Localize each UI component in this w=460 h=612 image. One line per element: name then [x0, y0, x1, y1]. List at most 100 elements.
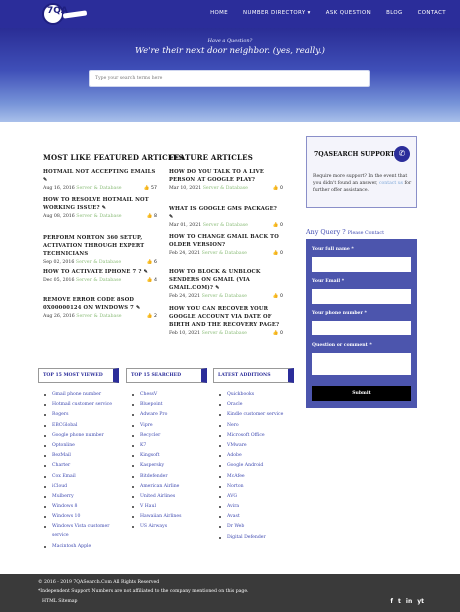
article-title[interactable]: REMOVE ERROR CODE 8SOD 0X00000124 ON WIN… [43, 297, 134, 311]
like-count[interactable]: 👍 0 [273, 251, 283, 256]
list-item[interactable]: Bitdefender [128, 472, 181, 482]
list-item[interactable]: Kingsoft [128, 451, 181, 461]
article-title[interactable]: HOTMAIL NOT ACCEPTING EMAILS [43, 169, 155, 175]
article-item[interactable]: HOW YOU CAN RECOVER YOUR GOOGLE ACCOUNT … [169, 305, 283, 336]
list-item[interactable]: AVG [215, 492, 283, 502]
like-count[interactable]: 👍 0 [273, 186, 283, 191]
article-title[interactable]: WHAT IS GOOGLE GMS PACKAGE? [169, 206, 277, 212]
list-item[interactable]: Avira [215, 502, 283, 512]
list-item[interactable]: iCloud [40, 482, 118, 492]
list-item[interactable]: Hawaiian Airlines [128, 512, 181, 522]
list-item[interactable]: Adobe [215, 451, 283, 461]
article-item[interactable]: WHAT IS GOOGLE GMS PACKAGE? ✎ Mar 01, 20… [169, 205, 283, 228]
article-title[interactable]: HOW TO RESOLVE HOTMAIL NOT WORKING ISSUE… [43, 197, 149, 211]
list-item[interactable]: K7 [128, 441, 181, 451]
article-category[interactable]: Server & Database [203, 223, 248, 228]
article-item[interactable]: REMOVE ERROR CODE 8SOD 0X00000124 ON WIN… [43, 296, 157, 319]
nav-number-directory[interactable]: NUMBER DIRECTORY ▾ [243, 10, 311, 16]
article-category[interactable]: Server & Database [202, 331, 247, 336]
twitter-icon[interactable]: t [398, 598, 401, 605]
phone-input[interactable] [312, 321, 411, 335]
list-item[interactable]: BezMail [40, 451, 118, 461]
article-item[interactable]: PERFORM NORTON 360 SETUP, ACTIVATION THR… [43, 234, 157, 265]
nav-ask-question[interactable]: ASK QUESTION [326, 10, 371, 16]
article-title[interactable]: HOW YOU CAN RECOVER YOUR GOOGLE ACCOUNT … [169, 306, 279, 328]
linkedin-icon[interactable]: in [406, 598, 412, 605]
like-count[interactable]: 👍 6 [147, 260, 157, 265]
list-item[interactable]: Macintosh Apple [40, 542, 118, 552]
list-item[interactable]: Norton [215, 482, 283, 492]
list-item[interactable]: Bluepoint [128, 400, 181, 410]
list-item[interactable]: VMware [215, 441, 283, 451]
list-item[interactable]: Mulberry [40, 492, 118, 502]
article-category[interactable]: Server & Database [76, 314, 121, 319]
list-item[interactable]: Kaspersky [128, 461, 181, 471]
list-item[interactable]: McAfee [215, 472, 283, 482]
list-item[interactable]: Rogers [40, 410, 118, 420]
facebook-icon[interactable]: f [390, 598, 393, 605]
article-title[interactable]: HOW TO CHANGE GMAIL BACK TO OLDER VERSIO… [169, 234, 279, 248]
list-item[interactable]: Microsoft Office [215, 431, 283, 441]
like-count[interactable]: 👍 0 [273, 331, 283, 336]
list-item[interactable]: Hotmail customer service [40, 400, 118, 410]
list-item[interactable]: Optonline [40, 441, 118, 451]
list-item[interactable]: Windows 8 [40, 502, 118, 512]
list-item[interactable]: Quickbooks [215, 390, 283, 400]
like-count[interactable]: 👍 4 [147, 278, 157, 283]
full-name-input[interactable] [312, 257, 411, 272]
list-item[interactable]: US Airways [128, 522, 181, 532]
list-item[interactable]: ChessV [128, 390, 181, 400]
article-category[interactable]: Server & Database [203, 186, 248, 191]
like-count[interactable]: 👍 2 [147, 314, 157, 319]
article-category[interactable]: Server & Database [76, 186, 121, 191]
article-item[interactable]: HOW DO YOU TALK TO A LIVE PERSON AT GOOG… [169, 168, 283, 191]
youtube-icon[interactable]: yt [417, 598, 424, 605]
list-item[interactable]: Google Android [215, 461, 283, 471]
list-item[interactable]: Dr Web [215, 522, 283, 532]
list-item[interactable]: Windows 10 [40, 512, 118, 522]
article-title[interactable]: HOW TO ACTIVATE IPHONE 7 ? [43, 269, 142, 275]
article-item[interactable]: HOTMAIL NOT ACCEPTING EMAILS ✎ Aug 16, 2… [43, 168, 157, 191]
article-category[interactable]: Server & Database [202, 251, 247, 256]
list-item[interactable]: Adware Pro [128, 410, 181, 420]
article-item[interactable]: HOW TO RESOLVE HOTMAIL NOT WORKING ISSUE… [43, 196, 157, 219]
nav-blog[interactable]: BLOG [386, 10, 403, 16]
search-input[interactable]: Type your search terms here [89, 70, 370, 87]
like-count[interactable]: 👍 0 [273, 223, 283, 228]
footer-sitemap-link[interactable]: HTML Sitemap [42, 599, 78, 604]
submit-button[interactable]: Submit [312, 386, 411, 401]
list-item[interactable]: Kindle customer service [215, 410, 283, 420]
list-item[interactable]: Google phone number [40, 431, 118, 441]
list-item[interactable]: Vipre [128, 421, 181, 431]
list-item[interactable]: Avast [215, 512, 283, 522]
list-item[interactable]: Digital Defender [215, 533, 283, 543]
list-item[interactable]: V Haul [128, 502, 181, 512]
list-item[interactable]: Charter [40, 461, 118, 471]
list-item[interactable]: Cox Email [40, 472, 118, 482]
list-item[interactable]: Nero [215, 421, 283, 431]
list-item[interactable]: United Airlines [128, 492, 181, 502]
list-item[interactable]: Oracle [215, 400, 283, 410]
article-title[interactable]: PERFORM NORTON 360 SETUP, ACTIVATION THR… [43, 235, 144, 257]
article-category[interactable]: Server & Database [76, 278, 121, 283]
list-item[interactable]: Windows Vista customer service [40, 522, 118, 542]
site-logo[interactable]: 7QA [42, 3, 68, 25]
comment-textarea[interactable] [312, 353, 411, 375]
list-item[interactable]: Gmail phone number [40, 390, 118, 400]
nav-home[interactable]: HOME [210, 10, 228, 16]
like-count[interactable]: 👍 8 [147, 214, 157, 219]
nav-contact[interactable]: CONTACT [418, 10, 446, 16]
list-item[interactable]: American Airline [128, 482, 181, 492]
article-category[interactable]: Server & Database [202, 294, 247, 299]
article-category[interactable]: Server & Database [76, 260, 121, 265]
article-item[interactable]: HOW TO ACTIVATE IPHONE 7 ? ✎ Dec 05, 201… [43, 268, 157, 283]
email-input[interactable] [312, 289, 411, 304]
list-item[interactable]: EBCGlobal [40, 421, 118, 431]
article-category[interactable]: Server & Database [76, 214, 121, 219]
article-title[interactable]: HOW DO YOU TALK TO A LIVE PERSON AT GOOG… [169, 169, 264, 183]
article-item[interactable]: HOW TO CHANGE GMAIL BACK TO OLDER VERSIO… [169, 233, 283, 256]
contact-us-link[interactable]: contact us [379, 181, 403, 186]
like-count[interactable]: 👍 57 [144, 186, 157, 191]
like-count[interactable]: 👍 0 [273, 294, 283, 299]
article-item[interactable]: HOW TO BLOCK & UNBLOCK SENDERS ON GMAIL … [169, 268, 283, 299]
